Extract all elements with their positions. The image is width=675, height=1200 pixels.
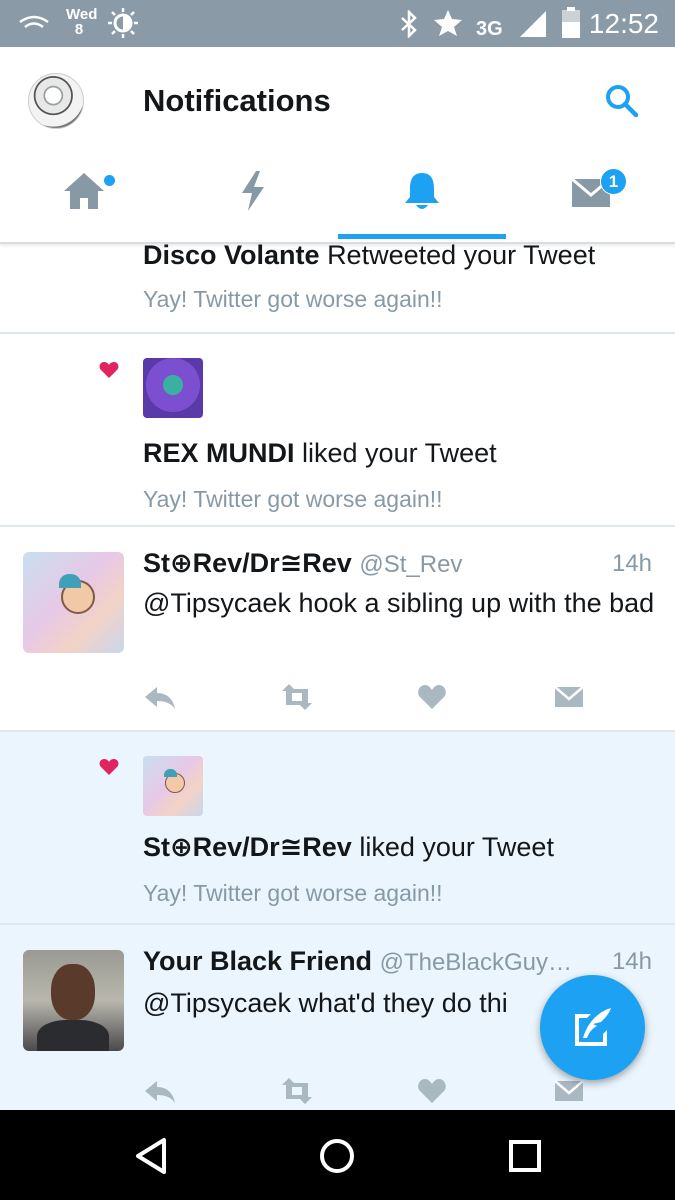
heart-icon <box>99 759 119 775</box>
date-indicator: Wed 8 <box>66 6 98 38</box>
actor-name[interactable]: REX MUNDI <box>143 438 295 468</box>
notification-like[interactable]: St⊕Rev/Dr≅Rev liked your Tweet Yay! Twit… <box>0 732 675 925</box>
active-tab-indicator <box>338 234 506 239</box>
notification-retweet[interactable]: Disco Volante Retweeted your Tweet Yay! … <box>0 244 675 334</box>
reply-icon[interactable] <box>143 683 177 711</box>
tweet[interactable]: St⊕Rev/Dr≅Rev @St_Rev 14h @Tipsycaek hoo… <box>0 527 675 732</box>
actor-name[interactable]: Disco Volante <box>143 244 320 270</box>
tweet-header: Your Black Friend @TheBlackGuy… <box>143 946 572 977</box>
tweet-actions <box>143 683 603 713</box>
notification-text: St⊕Rev/Dr≅Rev liked your Tweet <box>143 832 554 863</box>
messages-badge: 1 <box>600 168 627 195</box>
recents-icon[interactable] <box>501 1132 549 1180</box>
tab-notifications[interactable] <box>338 155 506 243</box>
profile-avatar[interactable] <box>28 73 84 129</box>
retweet-icon[interactable] <box>280 1077 314 1105</box>
notification-like[interactable]: REX MUNDI liked your Tweet Yay! Twitter … <box>0 334 675 527</box>
day-name: Wed <box>66 6 98 23</box>
back-icon[interactable] <box>128 1132 176 1180</box>
notification-text: Disco Volante Retweeted your Tweet <box>143 244 595 271</box>
author-handle[interactable]: @St_Rev <box>359 551 462 578</box>
clock: 12:52 <box>588 8 659 39</box>
system-nav-bar <box>0 1110 675 1200</box>
notifications-icon <box>405 173 439 209</box>
app-header: Notifications 1 <box>0 47 675 244</box>
tweet-preview: Yay! Twitter got worse again!! <box>143 880 443 906</box>
author-name[interactable]: Your Black Friend <box>143 946 372 976</box>
notification-text: REX MUNDI liked your Tweet <box>143 438 497 469</box>
action-text: liked your Tweet <box>359 832 554 862</box>
tab-moments[interactable] <box>169 155 337 243</box>
battery-icon <box>562 7 580 38</box>
tab-bar: 1 <box>0 155 675 243</box>
retweet-icon[interactable] <box>280 683 314 711</box>
tweet-header: St⊕Rev/Dr≅Rev @St_Rev <box>143 548 462 579</box>
signal-icon <box>520 11 546 37</box>
action-text: liked your Tweet <box>302 438 497 468</box>
direct-message-icon[interactable] <box>552 683 586 711</box>
heart-icon <box>99 362 119 378</box>
tweet-preview: Yay! Twitter got worse again!! <box>143 286 443 312</box>
day-number: 8 <box>74 21 84 38</box>
tweet-preview: Yay! Twitter got worse again!! <box>143 486 443 512</box>
home-icon[interactable] <box>313 1132 361 1180</box>
user-avatar[interactable] <box>23 950 124 1051</box>
actor-name[interactable]: St⊕Rev/Dr≅Rev <box>143 832 352 862</box>
bluetooth-icon <box>401 10 417 38</box>
user-avatar[interactable] <box>23 552 124 653</box>
moments-icon <box>242 171 264 211</box>
home-icon <box>64 173 104 209</box>
tweet-time: 14h <box>611 948 652 975</box>
new-content-dot <box>104 175 115 186</box>
tweet-time: 14h <box>611 550 652 577</box>
author-name[interactable]: St⊕Rev/Dr≅Rev <box>143 548 352 578</box>
tab-messages[interactable] <box>507 155 675 243</box>
author-handle[interactable]: @TheBlackGuy… <box>380 949 572 976</box>
search-icon[interactable] <box>604 83 640 119</box>
status-bar: Wed 8 3G 12:52 <box>0 0 675 47</box>
like-icon[interactable] <box>415 1077 449 1105</box>
star-icon <box>434 10 462 36</box>
like-icon[interactable] <box>415 683 449 711</box>
brightness-icon <box>108 8 138 38</box>
direct-message-icon[interactable] <box>552 1077 586 1105</box>
action-text: Retweeted your Tweet <box>327 244 596 270</box>
wifi-icon <box>19 15 49 29</box>
tweet-actions <box>143 1077 603 1107</box>
tab-home[interactable] <box>0 155 168 243</box>
user-avatar[interactable] <box>143 358 203 418</box>
compose-tweet-icon <box>575 1008 611 1046</box>
network-type: 3G <box>476 18 503 40</box>
tweet-text: @Tipsycaek hook a sibling up with the ba… <box>143 588 655 618</box>
page-title: Notifications <box>143 83 331 118</box>
reply-icon[interactable] <box>143 1077 177 1105</box>
compose-tweet-button[interactable] <box>540 975 645 1080</box>
user-avatar[interactable] <box>143 756 203 816</box>
